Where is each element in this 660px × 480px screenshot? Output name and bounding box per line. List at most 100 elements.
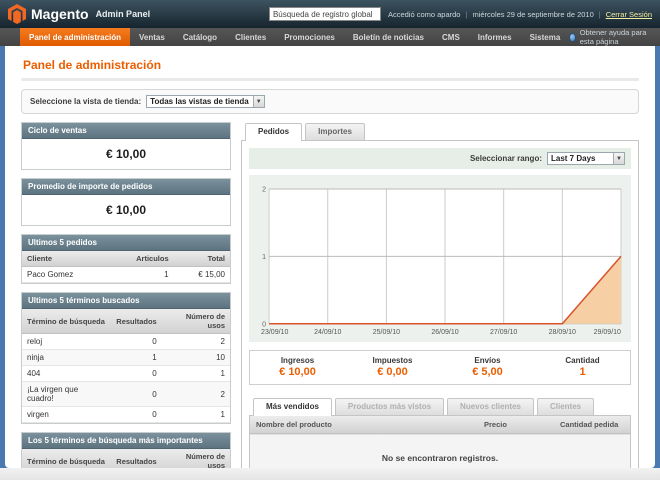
nav-item-cms[interactable]: CMS [433,28,469,46]
nav-item-ventas[interactable]: Ventas [130,28,174,46]
stat-cantidad: Cantidad 1 [535,356,630,378]
column-header: Resultados [111,309,161,334]
stat-label: Impuestos [345,356,440,365]
nav-item-clientes[interactable]: Clientes [226,28,275,46]
table-cell: 1 [162,407,230,423]
svg-text:24/09/10: 24/09/10 [314,329,341,336]
last-orders-table: Cliente Articulos Total Paco Gomez1€ 15,… [22,251,230,283]
nav-item-dashboard[interactable]: Panel de administración [20,28,130,46]
chevron-down-icon: ▼ [613,153,624,164]
table-cell: Paco Gomez [22,267,108,283]
nav-item-sistema[interactable]: Sistema [521,28,570,46]
column-header: Total [174,251,230,267]
table-cell: ninja [22,350,111,366]
help-link[interactable]: Obtener ayuda para esta página [569,28,660,46]
table-cell: 0 [111,407,161,423]
tab-pedidos[interactable]: Pedidos [245,123,302,141]
column-header: Término de búsqueda [22,309,111,334]
table-cell: 10 [162,350,230,366]
column-header: Número de usos [162,449,230,468]
tab-importes[interactable]: Importes [305,123,365,141]
magento-logo: Magento Admin Panel [8,4,150,24]
dashboard-left-column: Ciclo de ventas € 10,00 Promedio de impo… [21,122,231,468]
store-view-bar: Seleccione la vista de tienda: Todas las… [21,89,639,114]
store-view-select[interactable]: Todas las vistas de tienda ▼ [146,95,265,108]
chart-tabs: Pedidos Importes [241,122,639,140]
table-row[interactable]: ninja110 [22,350,230,366]
svg-text:2: 2 [262,187,266,194]
orders-chart: 01223/09/1024/09/1025/09/1026/09/1027/09… [249,175,631,342]
table-row[interactable]: virgen01 [22,407,230,423]
global-search-input[interactable] [269,7,381,21]
page-frame: Panel de administración Seleccione la vi… [0,46,660,468]
table-row[interactable]: ¡La virgen que cuadro!02 [22,382,230,407]
column-header: Término de búsqueda [22,449,111,468]
nav-item-catalogo[interactable]: Catálogo [174,28,226,46]
stat-value: € 0,00 [345,366,440,378]
range-bar: Seleccionar rango: Last 7 Days ▼ [249,148,631,169]
stat-ingresos: Ingresos € 10,00 [250,356,345,378]
table-cell: 0 [111,334,161,350]
top-search-terms-table: Término de búsqueda Resultados Número de… [22,449,230,468]
tab-productos-mas-vistos: Productos más vistos [335,398,444,416]
store-view-label: Seleccione la vista de tienda: [30,97,141,106]
table-cell: 2 [162,382,230,407]
table-cell: 404 [22,366,111,382]
svg-text:1: 1 [262,254,266,261]
logo-text: Magento [31,6,89,22]
table-cell: reloj [22,334,111,350]
table-row[interactable]: reloj02 [22,334,230,350]
stat-envios: Envíos € 5,00 [440,356,535,378]
totals-row: Ingresos € 10,00 Impuestos € 0,00 Envíos… [249,350,631,385]
stat-value: 1 [535,366,630,378]
column-header: Nombre del producto [250,416,478,434]
svg-text:29/09/10: 29/09/10 [594,329,621,336]
separator: | [465,10,467,19]
card-title: Ultimos 5 pedidos [22,235,230,251]
table-row[interactable]: 40401 [22,366,230,382]
svg-text:28/09/10: 28/09/10 [549,329,576,336]
table-cell: 0 [111,382,161,407]
stat-value: € 5,00 [440,366,535,378]
column-header: Articulos [108,251,173,267]
svg-text:26/09/10: 26/09/10 [431,329,458,336]
stat-label: Ingresos [250,356,345,365]
nav-item-informes[interactable]: Informes [469,28,521,46]
lifetime-sales-card: Ciclo de ventas € 10,00 [21,122,231,170]
logged-in-as: Accedió como apardo [388,10,461,19]
table-cell: € 15,00 [174,267,230,283]
stat-label: Envíos [440,356,535,365]
range-select[interactable]: Last 7 Days ▼ [547,152,625,165]
column-header: Cliente [22,251,108,267]
title-divider [21,78,639,81]
range-label: Seleccionar rango: [470,154,542,163]
footer-strip [0,468,660,480]
page-title: Panel de administración [21,56,639,78]
card-title: Ultimos 5 términos buscados [22,293,230,309]
table-cell: 1 [162,366,230,382]
store-view-value: Todas las vistas de tienda [150,97,249,106]
main-nav: Panel de administración Ventas Catálogo … [0,28,660,46]
column-header: Número de usos [162,309,230,334]
tab-nuevos-clientes: Nuevos clientes [447,398,534,416]
logout-link[interactable]: Cerrar Sesión [606,10,652,19]
nav-item-promociones[interactable]: Promociones [275,28,344,46]
table-cell: virgen [22,407,111,423]
card-title: Los 5 términos de búsqueda más important… [22,433,230,449]
bestsellers-table: Nombre del producto Precio Cantidad pedi… [250,416,630,434]
table-cell: 1 [111,350,161,366]
average-orders-card: Promedio de importe de pedidos € 10,00 [21,178,231,226]
dashboard-right-column: Pedidos Importes Seleccionar rango: Last… [241,122,639,468]
average-orders-value: € 10,00 [22,195,230,225]
card-title: Promedio de importe de pedidos [22,179,230,195]
tab-mas-vendidos[interactable]: Más vendidos [253,398,332,416]
current-date: miércoles 29 de septiembre de 2010 [472,10,593,19]
separator: | [599,10,601,19]
card-title: Ciclo de ventas [22,123,230,139]
table-row[interactable]: Paco Gomez1€ 15,00 [22,267,230,283]
content-area: Panel de administración Seleccione la vi… [5,46,655,468]
help-link-label: Obtener ayuda para esta página [580,28,648,46]
chart-panel: Seleccionar rango: Last 7 Days ▼ 01223/0… [241,140,639,468]
stat-value: € 10,00 [250,366,345,378]
nav-item-boletin[interactable]: Boletín de noticias [344,28,433,46]
